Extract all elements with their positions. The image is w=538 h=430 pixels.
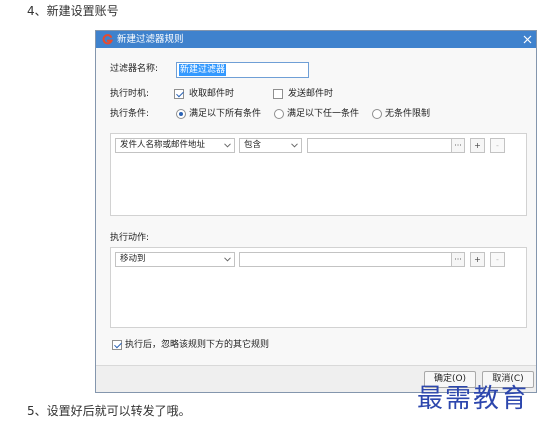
dialog-title-bar[interactable]: 新建过滤器规则 (96, 31, 536, 48)
condition-field-value: 发件人名称或邮件地址 (120, 140, 206, 150)
close-icon (523, 35, 532, 44)
close-button[interactable] (523, 35, 532, 44)
remove-condition-button[interactable]: - (490, 138, 505, 153)
step-5-text: 5、设置好后就可以转发了哦。 (27, 404, 191, 418)
step-4-heading: 4、新建设置账号 (27, 4, 119, 18)
match-all-label: 满足以下所有条件 (189, 109, 262, 119)
condition-value-input[interactable] (307, 138, 465, 153)
add-action-button[interactable]: + (470, 252, 485, 267)
receive-mail-label: 收取邮件时 (189, 89, 235, 99)
stop-rule-checkbox[interactable] (112, 340, 122, 350)
send-mail-checkbox[interactable] (273, 89, 283, 99)
action-type-select[interactable]: 移动到 (115, 252, 235, 267)
watermark-logo: 最需教育 (417, 384, 530, 414)
chevron-down-icon (224, 143, 231, 148)
execution-condition-label: 执行条件: (110, 109, 150, 119)
condition-browse-button[interactable]: ··· (451, 138, 465, 153)
app-logo-icon (102, 34, 113, 45)
conditions-box: 发件人名称或邮件地址 包含 ··· + - (110, 133, 527, 216)
condition-field-select[interactable]: 发件人名称或邮件地址 (115, 138, 235, 153)
match-any-radio[interactable] (274, 109, 284, 119)
filter-name-input[interactable]: 新建过滤器 (176, 62, 309, 78)
chevron-down-icon (291, 143, 298, 148)
dialog-title: 新建过滤器规则 (117, 34, 184, 45)
execution-timing-label: 执行时机: (110, 89, 150, 99)
condition-operator-select[interactable]: 包含 (239, 138, 302, 153)
remove-action-button[interactable]: - (490, 252, 505, 267)
no-condition-radio[interactable] (372, 109, 382, 119)
stop-rule-label: 执行后，忽略该规则下方的其它规则 (125, 340, 270, 350)
action-type-value: 移动到 (120, 254, 146, 264)
action-target-input[interactable] (239, 252, 465, 267)
execution-action-label: 执行动作: (110, 233, 150, 243)
action-row: 移动到 ··· + - (115, 252, 515, 267)
match-any-label: 满足以下任一条件 (287, 109, 360, 119)
no-condition-label: 无条件限制 (385, 109, 431, 119)
filter-name-label: 过滤器名称: (110, 64, 159, 74)
send-mail-label: 发送邮件时 (288, 89, 334, 99)
condition-row: 发件人名称或邮件地址 包含 ··· + - (115, 138, 515, 153)
add-condition-button[interactable]: + (470, 138, 485, 153)
chevron-down-icon (224, 257, 231, 262)
receive-mail-checkbox[interactable] (174, 89, 184, 99)
condition-operator-value: 包含 (244, 140, 262, 150)
new-filter-rule-dialog: 新建过滤器规则 过滤器名称: 新建过滤器 执行时机: 收取邮件时 发送邮件时 执… (95, 30, 537, 393)
match-all-radio[interactable] (176, 109, 186, 119)
action-browse-button[interactable]: ··· (451, 252, 465, 267)
filter-name-value: 新建过滤器 (179, 64, 227, 76)
actions-box: 移动到 ··· + - (110, 247, 527, 328)
